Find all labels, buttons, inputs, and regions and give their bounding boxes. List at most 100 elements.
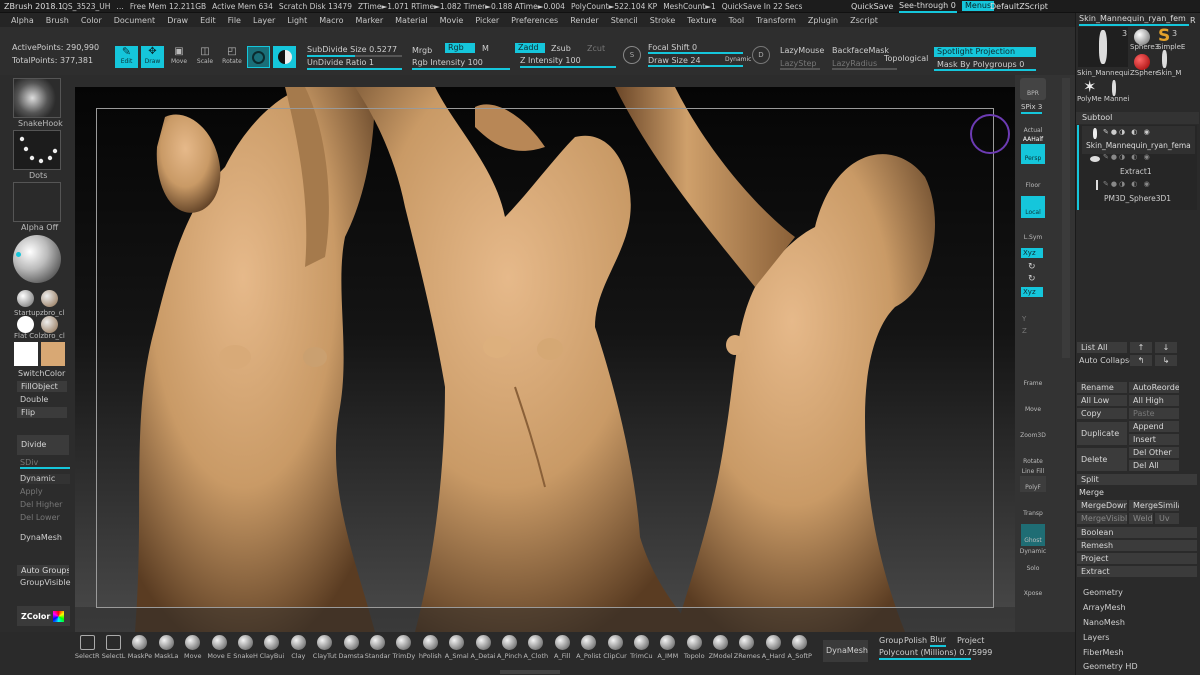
dynamesh-left-button[interactable]: DynaMesh	[20, 533, 62, 543]
m-button[interactable]: M	[482, 44, 489, 54]
brush-claybui[interactable]: ClayBui	[259, 635, 285, 665]
transp-button[interactable]: Transp	[1020, 500, 1046, 518]
lsym-button[interactable]: L.Sym	[1020, 223, 1046, 243]
brush-a-polist[interactable]: A_Polist	[575, 635, 601, 665]
mrgb-button[interactable]: Mrgb	[412, 46, 432, 56]
material-sphere[interactable]	[13, 235, 61, 283]
zcolor-button[interactable]: ZColor	[17, 606, 70, 626]
section-fibermesh[interactable]: FiberMesh	[1083, 648, 1124, 658]
menu-light[interactable]: Light	[287, 16, 307, 25]
edit-button[interactable]: ✎ Edit	[115, 46, 138, 68]
menu-render[interactable]: Render	[570, 16, 598, 25]
menu-file[interactable]: File	[228, 16, 241, 25]
menu-macro[interactable]: Macro	[319, 16, 343, 25]
canvas-viewport[interactable]	[75, 87, 1015, 632]
transpose-button[interactable]	[273, 46, 296, 68]
delete-button[interactable]: Delete	[1077, 448, 1127, 471]
del-all-button[interactable]: Del All	[1129, 460, 1179, 471]
project-toggle[interactable]: Project	[957, 636, 984, 646]
uv-button[interactable]: Uv	[1155, 513, 1179, 524]
subtool-name-3[interactable]: PM3D_Sphere3D1	[1104, 194, 1171, 204]
brush-move[interactable]: Move	[180, 635, 206, 665]
brush-a-cloth[interactable]: A_Cloth	[523, 635, 549, 665]
merge-button[interactable]: Merge	[1079, 488, 1104, 498]
quicksave-button[interactable]: QuickSave	[851, 2, 893, 12]
see-through-slider[interactable]: See-through 0	[899, 1, 957, 13]
navigation-orb[interactable]	[970, 114, 1010, 154]
menu-zscript[interactable]: Zscript	[850, 16, 878, 25]
persp-button[interactable]: Persp	[1021, 144, 1045, 164]
arrow-up-button[interactable]: ↑	[1130, 342, 1152, 353]
secondary-color-swatch[interactable]	[41, 342, 65, 366]
group-visible-button[interactable]: GroupVisible	[20, 578, 71, 588]
menu-tool[interactable]: Tool	[729, 16, 745, 25]
polyf-button[interactable]: PolyF	[1020, 476, 1046, 492]
topological-button[interactable]: Topological	[884, 54, 928, 64]
material-swatch-2[interactable]	[41, 290, 58, 307]
rotate-view-button[interactable]: Rotate	[1020, 446, 1046, 466]
brush-a-softp[interactable]: A_SoftP	[787, 635, 813, 665]
material-swatch-1[interactable]	[17, 290, 34, 307]
zcut-button[interactable]: Zcut	[587, 44, 605, 54]
remesh-button[interactable]: Remesh	[1077, 540, 1197, 551]
subtool-name-1[interactable]: Skin_Mannequin_ryan_fema	[1086, 141, 1196, 151]
apply-button[interactable]: Apply	[20, 487, 43, 497]
polycount-slider[interactable]: Polycount (Millions) 0.75999	[879, 648, 992, 660]
stroke-thumbnail[interactable]	[13, 130, 61, 170]
scale-tool-button[interactable]: ◫ Scale	[194, 46, 216, 68]
frame-button[interactable]: Frame	[1020, 368, 1046, 388]
ghost-button[interactable]: Ghost	[1021, 524, 1045, 546]
dynamesh-bottom-button[interactable]: DynaMesh	[823, 640, 868, 662]
right-scrollbar[interactable]	[1062, 78, 1070, 358]
menu-color[interactable]: Color	[81, 16, 102, 25]
spotlight-projection-button[interactable]: Spotlight Projection	[934, 47, 1036, 57]
auto-groups-button[interactable]: Auto Groups	[17, 565, 69, 576]
move-up-button[interactable]: ↰	[1130, 355, 1152, 366]
brush-clipcur[interactable]: ClipCur	[602, 635, 628, 665]
paste-button[interactable]: Paste	[1129, 408, 1179, 419]
section-geometry[interactable]: Geometry	[1083, 588, 1123, 598]
divide-button[interactable]: Divide	[17, 435, 69, 455]
y-axis-button[interactable]: Y	[1022, 314, 1026, 324]
subtool-2-toggles[interactable]: ✎●◑ ◐ ◉	[1103, 153, 1152, 161]
draw-button[interactable]: ✥ Draw	[141, 46, 164, 68]
focal-shift-icon[interactable]: S	[623, 46, 641, 64]
append-button[interactable]: Append	[1129, 421, 1179, 432]
spix-slider[interactable]: SPix 3	[1021, 102, 1043, 114]
merge-similar-button[interactable]: MergeSimilar	[1129, 500, 1179, 511]
brush-snakeh[interactable]: SnakeH	[232, 635, 258, 665]
menu-picker[interactable]: Picker	[475, 16, 499, 25]
menu-brush[interactable]: Brush	[46, 16, 69, 25]
brush-trimdy[interactable]: TrimDy	[391, 635, 417, 665]
lazymouse-icon[interactable]: D	[752, 46, 770, 64]
auto-collapse-button[interactable]: Auto Collapse	[1079, 356, 1134, 366]
focal-shift-slider[interactable]: Focal Shift 0	[648, 43, 743, 54]
menu-preferences[interactable]: Preferences	[511, 16, 558, 25]
del-higher-button[interactable]: Del Higher	[20, 500, 62, 510]
zadd-button[interactable]: Zadd	[515, 43, 545, 53]
copy-button[interactable]: Copy	[1077, 408, 1127, 419]
move-tool-button[interactable]: ▣ Move	[168, 46, 190, 68]
menu-texture[interactable]: Texture	[687, 16, 716, 25]
dynamic-button[interactable]: Dynamic	[725, 55, 751, 65]
gizmo-button[interactable]	[247, 46, 270, 68]
subtool-1-toggles[interactable]: ✎●◑ ◐ ◉	[1103, 128, 1152, 136]
brush-a-hard[interactable]: A_Hard	[760, 635, 786, 665]
brush-claytut[interactable]: ClayTut	[312, 635, 338, 665]
floor-button[interactable]: Floor	[1020, 170, 1046, 190]
z-axis-button[interactable]: Z	[1022, 326, 1027, 336]
duplicate-button[interactable]: Duplicate	[1077, 422, 1127, 445]
menu-movie[interactable]: Movie	[440, 16, 464, 25]
del-other-button[interactable]: Del Other	[1129, 447, 1179, 458]
subtool-3-toggles[interactable]: ✎●◑ ◐ ◉	[1103, 180, 1152, 188]
move-view-button[interactable]: Move	[1020, 394, 1046, 414]
menu-stencil[interactable]: Stencil	[611, 16, 638, 25]
brush-zremes[interactable]: ZRemes	[734, 635, 760, 665]
switch-color-button[interactable]: SwitchColor	[18, 369, 65, 379]
brush-standar[interactable]: Standar	[364, 635, 390, 665]
section-arraymesh[interactable]: ArrayMesh	[1083, 603, 1126, 613]
bottom-scrollbar[interactable]	[500, 670, 560, 674]
weld-button[interactable]: Weld	[1129, 513, 1153, 524]
menu-zplugin[interactable]: Zplugin	[808, 16, 838, 25]
auto-reorder-button[interactable]: AutoReorder	[1129, 382, 1179, 393]
